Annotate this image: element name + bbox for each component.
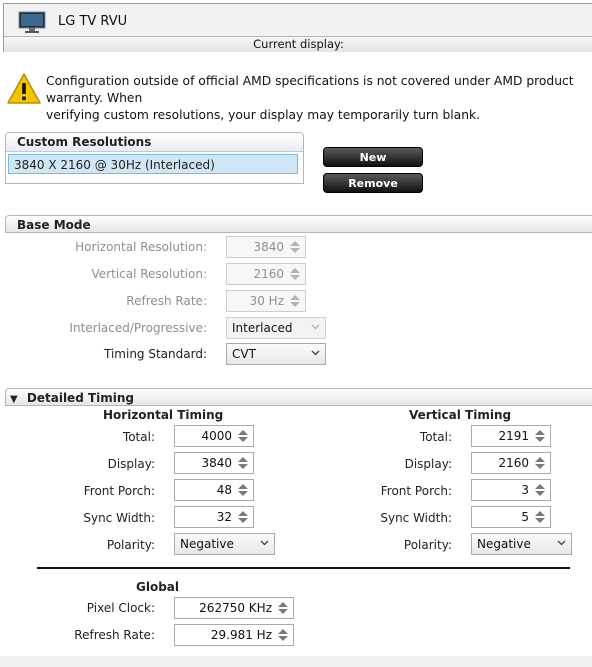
pixel-clock-value: 262750 KHz: [199, 601, 272, 615]
spinner-arrows-icon: [288, 239, 302, 255]
warranty-warning-text: Configuration outside of official AMD sp…: [46, 74, 574, 122]
refresh-rate-field: 30 Hz: [226, 290, 306, 312]
bottom-strip: [0, 656, 592, 667]
interlaced-progressive-value: Interlaced: [232, 321, 293, 335]
v-front-porch-field[interactable]: 3: [471, 479, 551, 501]
vertical-resolution-label: Vertical Resolution:: [91, 267, 207, 281]
global-title: Global: [136, 580, 180, 594]
base-mode-header: Base Mode: [5, 215, 592, 233]
spinner-arrows-icon: [288, 293, 302, 309]
v-front-porch-value: 3: [521, 483, 529, 497]
display-header: LG TV RVU Current display:: [3, 3, 592, 52]
h-polarity-select[interactable]: Negative: [174, 533, 275, 555]
h-sync-width-label: Sync Width:: [83, 511, 155, 525]
custom-resolutions-panel: Custom Resolutions 3840 X 2160 @ 30Hz (I…: [5, 132, 304, 184]
global-refresh-rate-field[interactable]: 29.981 Hz: [174, 624, 294, 646]
chevron-down-icon: [557, 540, 566, 546]
v-polarity-value: Negative: [477, 537, 531, 551]
h-front-porch-field[interactable]: 48: [174, 479, 254, 501]
v-sync-width-label: Sync Width:: [380, 511, 452, 525]
warning-icon: [7, 73, 41, 104]
spinner-arrows-icon[interactable]: [533, 455, 547, 471]
spinner-arrows-icon[interactable]: [236, 428, 250, 444]
pixel-clock-field[interactable]: 262750 KHz: [174, 597, 294, 619]
section-divider: [37, 567, 570, 569]
display-title: LG TV RVU: [58, 14, 128, 29]
horizontal-timing-title: Horizontal Timing: [103, 408, 224, 422]
h-polarity-value: Negative: [180, 537, 234, 551]
v-polarity-label: Polarity:: [403, 538, 452, 552]
detailed-timing-title: Detailed Timing: [26, 391, 135, 405]
collapse-triangle-icon[interactable]: ▼: [10, 394, 18, 405]
monitor-icon: [18, 11, 46, 33]
h-display-value: 3840: [201, 456, 232, 470]
chevron-down-icon: [311, 324, 320, 330]
pixel-clock-label: Pixel Clock:: [86, 601, 155, 615]
remove-button[interactable]: Remove: [323, 173, 423, 193]
spinner-arrows-icon[interactable]: [276, 627, 290, 643]
v-total-value: 2191: [498, 429, 529, 443]
vertical-resolution-field: 2160: [226, 263, 306, 285]
refresh-rate-value: 30 Hz: [249, 294, 284, 308]
interlaced-progressive-select: Interlaced: [226, 317, 326, 339]
horizontal-resolution-field: 3840: [226, 236, 306, 258]
horizontal-resolution-label: Horizontal Resolution:: [75, 240, 207, 254]
chevron-down-icon: [260, 540, 269, 546]
new-button[interactable]: New: [323, 147, 423, 167]
global-refresh-rate-label: Refresh Rate:: [74, 628, 155, 642]
spinner-arrows-icon[interactable]: [236, 455, 250, 471]
vertical-timing-title: Vertical Timing: [409, 408, 512, 422]
v-display-label: Display:: [404, 457, 452, 471]
h-sync-width-field[interactable]: 32: [174, 506, 254, 528]
v-display-value: 2160: [498, 456, 529, 470]
v-display-field[interactable]: 2160: [471, 452, 551, 474]
h-display-field[interactable]: 3840: [174, 452, 254, 474]
detailed-timing-header[interactable]: ▼ Detailed Timing: [5, 388, 592, 406]
h-total-label: Total:: [122, 430, 155, 444]
global-refresh-rate-value: 29.981 Hz: [210, 628, 272, 642]
h-front-porch-label: Front Porch:: [83, 484, 155, 498]
v-sync-width-field[interactable]: 5: [471, 506, 551, 528]
timing-standard-value: CVT: [232, 347, 256, 361]
timing-standard-select[interactable]: CVT: [226, 343, 326, 365]
spinner-arrows-icon[interactable]: [533, 509, 547, 525]
v-total-label: Total:: [419, 430, 452, 444]
refresh-rate-label: Refresh Rate:: [126, 294, 207, 308]
custom-resolutions-header: Custom Resolutions: [6, 133, 303, 152]
custom-resolution-item[interactable]: 3840 X 2160 @ 30Hz (Interlaced): [8, 154, 298, 174]
v-total-field[interactable]: 2191: [471, 425, 551, 447]
spinner-arrows-icon[interactable]: [533, 428, 547, 444]
spinner-arrows-icon[interactable]: [276, 600, 290, 616]
spinner-arrows-icon[interactable]: [236, 482, 250, 498]
v-sync-width-value: 5: [521, 510, 529, 524]
v-front-porch-label: Front Porch:: [380, 484, 452, 498]
h-display-label: Display:: [107, 457, 155, 471]
horizontal-resolution-value: 3840: [253, 240, 284, 254]
v-polarity-select[interactable]: Negative: [471, 533, 572, 555]
h-total-field[interactable]: 4000: [174, 425, 254, 447]
h-polarity-label: Polarity:: [106, 538, 155, 552]
h-sync-width-value: 32: [216, 510, 232, 524]
chevron-down-icon: [311, 350, 320, 356]
spinner-arrows-icon: [288, 266, 302, 282]
vertical-resolution-value: 2160: [253, 267, 284, 281]
spinner-arrows-icon[interactable]: [533, 482, 547, 498]
h-front-porch-value: 48: [216, 483, 232, 497]
spinner-arrows-icon[interactable]: [236, 509, 250, 525]
timing-standard-label: Timing Standard:: [104, 347, 207, 361]
current-display-label: Current display:: [4, 36, 592, 52]
interlaced-progressive-label: Interlaced/Progressive:: [69, 321, 207, 335]
h-total-value: 4000: [201, 429, 232, 443]
